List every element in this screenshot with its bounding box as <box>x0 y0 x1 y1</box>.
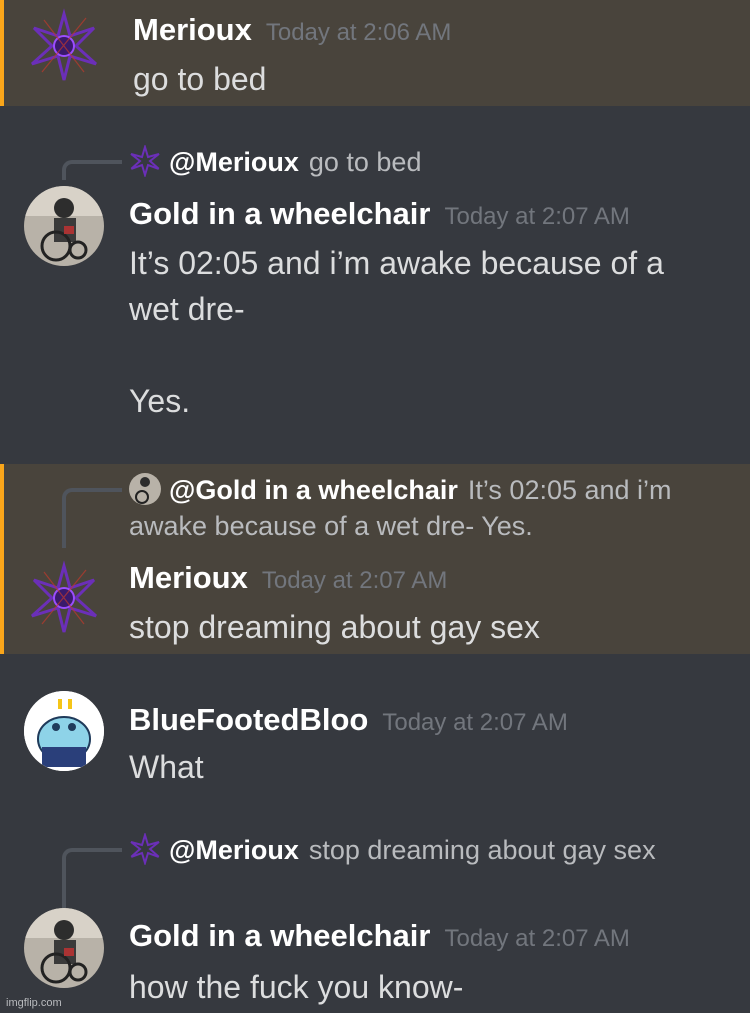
message-1: Merioux Today at 2:06 AM go to bed <box>0 0 750 106</box>
timestamp: Today at 2:06 AM <box>265 19 452 46</box>
reply-text: stop dreaming about gay sex <box>308 835 656 865</box>
reply-author[interactable]: @Gold in a wheelchair <box>169 475 458 505</box>
timestamp: Today at 2:07 AM <box>261 567 448 594</box>
merioux-mini-avatar-icon <box>129 833 161 865</box>
author-name[interactable]: BlueFootedBloo Today at 2:07 AM <box>129 702 568 738</box>
message-text: go to bed <box>133 61 267 97</box>
merioux-mini-avatar-icon <box>129 145 161 177</box>
author-name[interactable]: Merioux Today at 2:06 AM <box>133 12 451 48</box>
merioux-avatar-icon[interactable] <box>24 558 104 638</box>
timestamp: Today at 2:07 AM <box>444 925 630 952</box>
author-label[interactable]: BlueFootedBloo <box>129 702 368 737</box>
gold-avatar-icon[interactable] <box>24 186 104 266</box>
author-label[interactable]: Merioux <box>133 12 252 47</box>
message-text: It’s 02:05 and i’m awake because of a we… <box>129 245 664 419</box>
author-name[interactable]: Gold in a wheelchair Today at 2:07 AM <box>129 918 630 954</box>
timestamp: Today at 2:07 AM <box>382 709 568 736</box>
reply-spine <box>62 160 122 180</box>
reply-author[interactable]: @Merioux <box>169 835 299 865</box>
reply-preview[interactable]: @Gold in a wheelchair It’s 02:05 and i’m … <box>129 472 719 544</box>
message-4: BlueFootedBloo Today at 2:07 AM What <box>0 654 750 794</box>
message-3: @Gold in a wheelchair It’s 02:05 and i’m … <box>0 464 750 654</box>
message-5: @Merioux stop dreaming about gay sex Gold… <box>0 794 750 1013</box>
reply-spine <box>62 488 122 548</box>
message-text: stop dreaming about gay sex <box>129 609 540 645</box>
reply-preview[interactable]: @Merioux go to bed <box>129 144 719 180</box>
reply-text: go to bed <box>308 147 422 177</box>
gold-mini-avatar-icon <box>129 473 161 505</box>
author-label[interactable]: Gold in a wheelchair <box>129 918 430 953</box>
message-2: @Merioux go to bed Gold in a wheelchair To… <box>0 106 750 464</box>
author-label[interactable]: Gold in a wheelchair <box>129 196 430 231</box>
timestamp: Today at 2:07 AM <box>444 203 630 230</box>
reply-author[interactable]: @Merioux <box>169 147 299 177</box>
reply-preview[interactable]: @Merioux stop dreaming about gay sex <box>129 832 719 868</box>
merioux-avatar-icon[interactable] <box>24 6 104 86</box>
message-text: how the fuck you know- <box>129 969 464 1005</box>
reply-spine <box>62 848 122 908</box>
author-name[interactable]: Merioux Today at 2:07 AM <box>129 560 447 596</box>
bloo-avatar-icon[interactable] <box>24 691 104 771</box>
message-text: What <box>129 749 204 785</box>
author-label[interactable]: Merioux <box>129 560 248 595</box>
watermark: imgflip.com <box>6 997 62 1009</box>
author-name[interactable]: Gold in a wheelchair Today at 2:07 AM <box>129 196 630 232</box>
gold-avatar-icon[interactable] <box>24 908 104 988</box>
